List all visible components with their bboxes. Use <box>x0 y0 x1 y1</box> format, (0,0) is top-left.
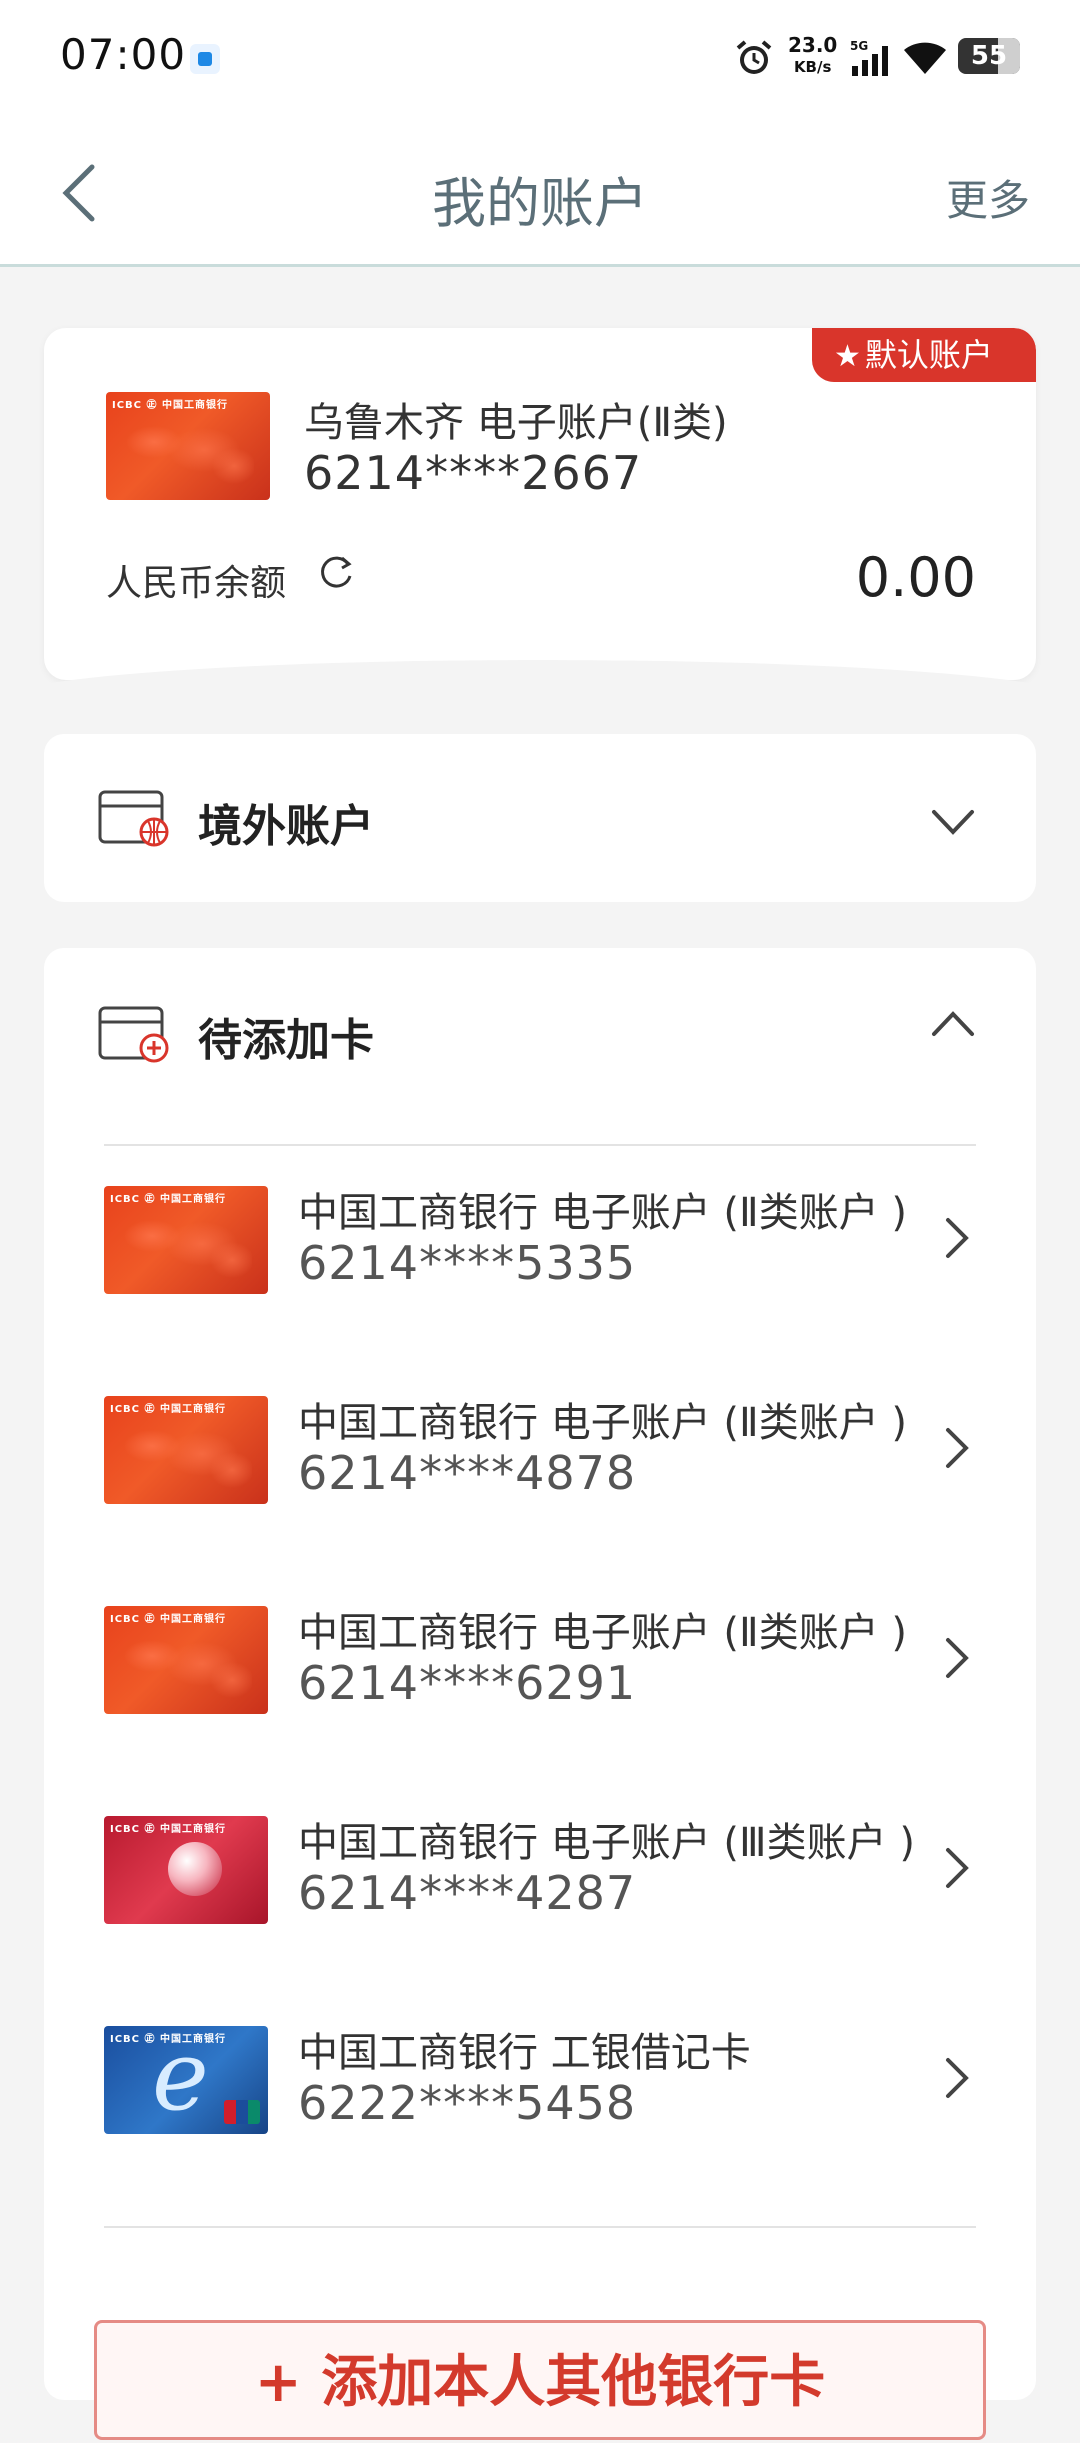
star-icon: ★ <box>834 339 861 374</box>
chevron-right-icon <box>946 1218 969 1258</box>
battery-icon: 55 <box>958 38 1020 74</box>
overseas-account-title: 境外账户 <box>198 801 374 852</box>
svg-text:5G: 5G <box>850 39 868 53</box>
card-image: ICBC ㊣ 中国工商银行 <box>104 1186 268 1294</box>
card-image: ICBC ㊣ 中国工商银行 <box>104 1606 268 1714</box>
chevron-right-icon <box>946 2058 969 2098</box>
chevron-right-icon <box>946 1428 969 1468</box>
refresh-icon[interactable] <box>314 550 358 594</box>
card-number: 6214****6291 <box>298 1656 637 1710</box>
card-name: 中国工商银行 电子账户 (Ⅱ类账户 ) <box>298 1190 908 1236</box>
pending-card-row[interactable]: ICBC ㊣ 中国工商银行 中国工商银行 电子账户 (Ⅲ类账户 ) 6214**… <box>44 1776 1036 1946</box>
card-number: 6214****5335 <box>298 1236 637 1290</box>
card-name: 中国工商银行 工银借记卡 <box>298 2030 751 2076</box>
balance-value: 0.00 <box>855 546 976 609</box>
add-card-icon <box>98 1006 169 1063</box>
card-number: 6214****4878 <box>298 1446 637 1500</box>
card-image: ICBC ㊣ 中国工商银行 <box>104 1816 268 1924</box>
wifi-icon <box>904 42 946 74</box>
status-bar: 07:00 23.0 KB/s 5G 55 <box>0 0 1080 115</box>
chevron-up-icon[interactable] <box>928 1006 978 1042</box>
card-number: 6214****4287 <box>298 1866 637 1920</box>
default-account-card[interactable]: ★ 默认账户 ICBC ㊣ 中国工商银行 乌鲁木齐 电子账户(Ⅱ类) 6214**… <box>44 328 1036 680</box>
card-name: 中国工商银行 电子账户 (Ⅱ类账户 ) <box>298 1610 908 1656</box>
chevron-right-icon <box>946 1848 969 1888</box>
account-name: 乌鲁木齐 电子账户(Ⅱ类) <box>304 400 728 446</box>
alarm-icon <box>736 40 772 74</box>
overseas-card-icon <box>98 790 169 847</box>
overseas-account-section[interactable]: 境外账户 <box>44 734 1036 902</box>
card-name: 中国工商银行 电子账户 (Ⅲ类账户 ) <box>298 1820 915 1866</box>
card-image: ICBC ㊣ 中国工商银行 <box>104 2026 268 2134</box>
add-other-card-button[interactable]: + 添加本人其他银行卡 <box>94 2320 986 2440</box>
pending-card-row[interactable]: ICBC ㊣ 中国工商银行 中国工商银行 电子账户 (Ⅱ类账户 ) 6214**… <box>44 1146 1036 1316</box>
account-number: 6214****2667 <box>304 446 643 500</box>
card-image: ICBC ㊣ 中国工商银行 <box>104 1396 268 1504</box>
pending-card-row[interactable]: ICBC ㊣ 中国工商银行 中国工商银行 电子账户 (Ⅱ类账户 ) 6214**… <box>44 1566 1036 1736</box>
page-title: 我的账户 <box>432 172 648 235</box>
network-speed: 23.0 KB/s <box>788 33 838 76</box>
pending-cards-title: 待添加卡 <box>198 1015 374 1066</box>
status-time: 07:00 <box>60 30 187 79</box>
divider <box>104 2226 976 2228</box>
more-button[interactable]: 更多 <box>946 167 1030 228</box>
card-image: ICBC ㊣ 中国工商银行 <box>106 392 270 500</box>
top-bar: 我的账户 更多 <box>0 115 1080 267</box>
balance-label: 人民币余额 <box>106 563 287 604</box>
app-notification-icon <box>190 44 220 74</box>
chevron-down-icon[interactable] <box>928 804 978 840</box>
signal-icon: 5G <box>850 39 888 76</box>
pending-card-row[interactable]: ICBC ㊣ 中国工商银行 中国工商银行 工银借记卡 6222****5458 <box>44 1986 1036 2156</box>
pending-cards-section: 待添加卡 ICBC ㊣ 中国工商银行 中国工商银行 电子账户 (Ⅱ类账户 ) 6… <box>44 948 1036 2440</box>
default-account-badge: ★ 默认账户 <box>812 328 1036 382</box>
card-number: 6222****5458 <box>298 2076 637 2130</box>
chevron-right-icon <box>946 1638 969 1678</box>
pending-card-row[interactable]: ICBC ㊣ 中国工商银行 中国工商银行 电子账户 (Ⅱ类账户 ) 6214**… <box>44 1356 1036 1526</box>
card-name: 中国工商银行 电子账户 (Ⅱ类账户 ) <box>298 1400 908 1446</box>
